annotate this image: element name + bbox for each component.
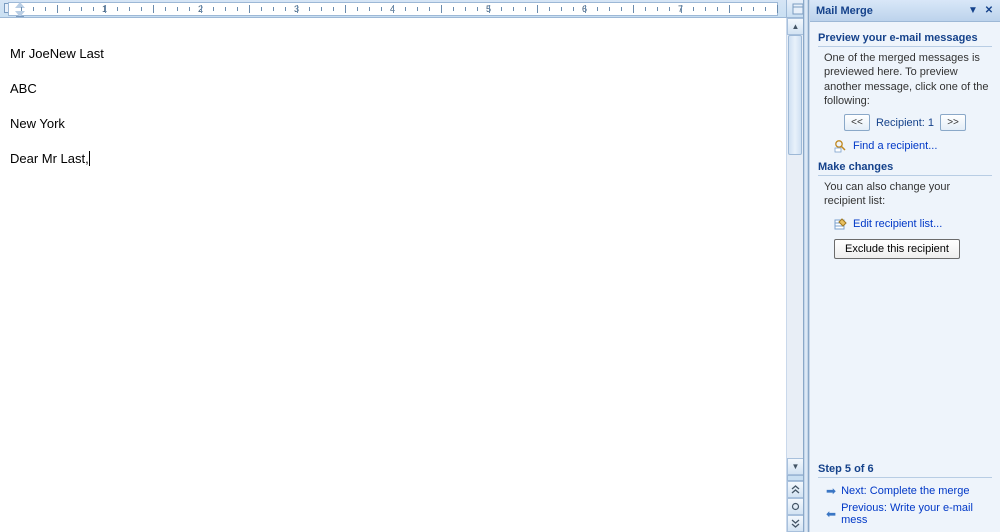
next-step-link[interactable]: Next: Complete the merge (841, 485, 969, 497)
task-pane-body: Preview your e-mail messages One of the … (810, 22, 1000, 263)
text-cursor (89, 151, 90, 166)
prev-step-row[interactable]: ⬅ Previous: Write your e-mail mess (818, 500, 992, 528)
preview-section-title: Preview your e-mail messages (818, 28, 992, 47)
browse-object-button[interactable] (787, 498, 804, 515)
recipient-indicator: Recipient: 1 (876, 117, 934, 129)
changes-help-text: You can also change your recipient list: (818, 180, 992, 209)
exclude-recipient-button[interactable]: Exclude this recipient (834, 239, 960, 259)
doc-line-3: New York (10, 116, 776, 133)
vertical-scrollbar[interactable]: ▲ ▼ (786, 18, 803, 532)
step-indicator: Step 5 of 6 (818, 459, 992, 478)
edit-list-row[interactable]: Edit recipient list... (818, 215, 992, 235)
arrow-left-icon: ⬅ (826, 507, 836, 521)
double-up-icon (791, 485, 800, 494)
task-pane-title: Mail Merge (816, 5, 873, 17)
arrow-right-icon: ➡ (826, 484, 836, 498)
next-step-row[interactable]: ➡ Next: Complete the merge (818, 482, 992, 500)
prev-recipient-button[interactable]: << (844, 114, 870, 131)
find-icon (834, 139, 848, 153)
document-area: 1234567 Mr JoeNew Last ABC New York Dear… (0, 0, 809, 532)
doc-line-1: Mr JoeNew Last (10, 46, 776, 63)
task-pane-footer: Step 5 of 6 ➡ Next: Complete the merge ⬅… (818, 459, 992, 528)
scroll-up-arrow[interactable]: ▲ (787, 18, 804, 35)
mail-merge-task-pane: Mail Merge ▼ ✕ Preview your e-mail messa… (809, 0, 1000, 532)
edit-list-icon (834, 217, 848, 231)
prev-page-button[interactable] (787, 481, 804, 498)
ruler-scale[interactable]: 1234567 (8, 2, 778, 16)
scroll-down-arrow[interactable]: ▼ (787, 458, 804, 475)
prev-step-link[interactable]: Previous: Write your e-mail mess (841, 502, 992, 526)
doc-line-4-text: Dear Mr Last, (10, 151, 89, 166)
find-recipient-link[interactable]: Find a recipient... (853, 140, 937, 152)
double-down-icon (791, 519, 800, 528)
scroll-thumb[interactable] (788, 35, 802, 155)
next-page-button[interactable] (787, 515, 804, 532)
find-recipient-row[interactable]: Find a recipient... (818, 137, 992, 157)
doc-line-4: Dear Mr Last, (10, 151, 776, 168)
task-pane-header: Mail Merge ▼ ✕ (810, 0, 1000, 22)
browse-circle-icon (791, 502, 800, 511)
recipient-nav: << Recipient: 1 >> (818, 114, 992, 131)
next-recipient-button[interactable]: >> (940, 114, 966, 131)
changes-section-title: Make changes (818, 157, 992, 176)
task-pane-close-button[interactable]: ✕ (982, 4, 996, 18)
task-pane-menu-button[interactable]: ▼ (966, 4, 980, 18)
preview-help-text: One of the merged messages is previewed … (818, 51, 992, 108)
horizontal-ruler[interactable]: 1234567 (0, 0, 786, 18)
document-body[interactable]: Mr JoeNew Last ABC New York Dear Mr Last… (0, 18, 786, 532)
scroll-track[interactable] (787, 35, 803, 452)
doc-line-2: ABC (10, 81, 776, 98)
edit-recipient-list-link[interactable]: Edit recipient list... (853, 218, 942, 230)
first-line-indent-marker[interactable] (15, 2, 25, 8)
